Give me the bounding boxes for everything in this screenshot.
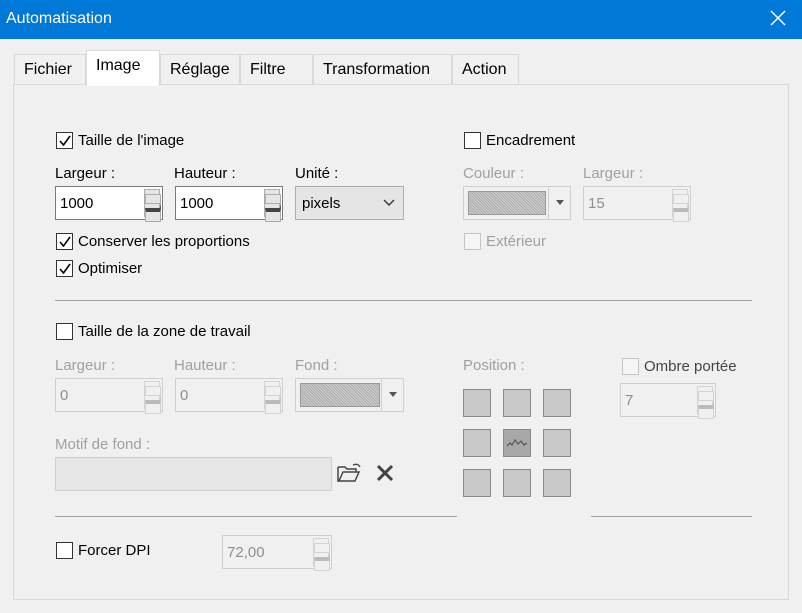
position-middle-left[interactable] [463,429,491,457]
width-spinner[interactable]: 1000 [55,186,163,222]
close-icon[interactable] [768,8,788,28]
position-bottom-right[interactable] [543,469,571,497]
separator [55,516,457,517]
shadow-spinner[interactable]: 7 [620,383,716,419]
dpi-spinner[interactable]: 72,00 [222,535,332,571]
outside-label: Extérieur [486,233,547,250]
position-center[interactable] [503,429,531,457]
canvas-width-label: Largeur : [55,357,116,374]
canvas-width-spinner[interactable]: 0 [55,378,163,414]
spin-up-button[interactable] [144,189,161,208]
outside-checkbox[interactable] [464,233,481,250]
unit-label: Unité : [295,165,339,182]
tab-action[interactable]: Action [452,54,519,85]
drop-shadow-label: Ombre portée [644,358,737,375]
spin-down-button[interactable] [672,203,689,222]
tab-image[interactable]: Image [86,50,160,86]
width-label: Largeur : [55,165,116,182]
spin-up-button[interactable] [697,386,714,405]
frame-width-label: Largeur : [583,165,644,182]
force-dpi-checkbox[interactable] [56,542,73,559]
optimize-label: Optimiser [78,260,143,277]
spin-up-button[interactable] [264,189,281,208]
triangle-down-icon [556,200,564,205]
window-title: Automatisation [6,10,112,27]
spin-down-button[interactable] [144,395,161,414]
optimize-checkbox[interactable] [56,260,73,277]
separator [55,300,752,301]
position-middle-right[interactable] [543,429,571,457]
spin-down-button[interactable] [313,552,330,571]
dropdown-button[interactable] [381,379,403,411]
triangle-down-icon [389,392,397,397]
frame-color-label: Couleur : [463,165,524,182]
frame-label: Encadrement [486,132,576,149]
separator [591,516,752,517]
color-swatch [468,191,546,215]
position-bottom-center[interactable] [503,469,531,497]
image-thumbnail-icon [507,438,527,447]
spin-up-button[interactable] [264,381,281,400]
canvas-width-value: 0 [60,387,69,404]
canvas-size-label: Taille de la zone de travail [78,323,251,340]
clear-icon[interactable] [375,463,395,483]
frame-checkbox[interactable] [464,132,481,149]
spin-up-button[interactable] [144,381,161,400]
height-spinner[interactable]: 1000 [175,186,283,222]
image-size-label: Taille de l'image [78,132,185,149]
canvas-size-checkbox[interactable] [56,323,73,340]
frame-color-picker[interactable] [463,186,571,220]
height-label: Hauteur : [174,165,236,182]
spin-down-button[interactable] [264,203,281,222]
height-value: 1000 [180,195,214,212]
unit-value: pixels [302,195,341,212]
background-color-picker[interactable] [295,378,404,412]
force-dpi-label: Forcer DPI [78,542,151,559]
frame-width-spinner[interactable]: 15 [583,186,691,222]
width-value: 1000 [60,195,94,212]
frame-width-value: 15 [588,195,605,212]
canvas-height-label: Hauteur : [174,357,236,374]
dropdown-button[interactable] [548,187,570,219]
position-top-right[interactable] [543,389,571,417]
keep-ratio-checkbox[interactable] [56,233,73,250]
tab-fichier[interactable]: Fichier [14,54,86,85]
title-bar: Automatisation [0,0,802,39]
canvas-height-value: 0 [180,387,189,404]
position-top-center[interactable] [503,389,531,417]
spin-down-button[interactable] [697,400,714,419]
canvas-height-spinner[interactable]: 0 [175,378,283,414]
tab-panel: Taille de l'image Largeur : Hauteur : Un… [13,84,789,600]
pattern-label: Motif de fond : [55,436,151,453]
pattern-path-field[interactable] [55,457,332,491]
keep-ratio-label: Conserver les proportions [78,233,250,250]
spin-up-button[interactable] [672,189,689,208]
background-label: Fond : [295,357,338,374]
drop-shadow-checkbox[interactable] [622,358,639,375]
open-folder-icon[interactable] [336,462,362,484]
color-swatch [300,383,380,407]
position-label: Position : [463,357,525,374]
dpi-value: 72,00 [227,544,265,561]
position-bottom-left[interactable] [463,469,491,497]
tab-reglage[interactable]: Réglage [160,54,240,85]
spin-down-button[interactable] [264,395,281,414]
spin-down-button[interactable] [144,203,161,222]
unit-dropdown[interactable]: pixels [295,186,404,220]
tab-transformation[interactable]: Transformation [313,54,452,85]
position-top-left[interactable] [463,389,491,417]
tab-filtre[interactable]: Filtre [240,54,313,85]
spin-up-button[interactable] [313,538,330,557]
shadow-value: 7 [625,392,634,409]
image-size-checkbox[interactable] [56,132,73,149]
chevron-down-icon [383,199,395,206]
